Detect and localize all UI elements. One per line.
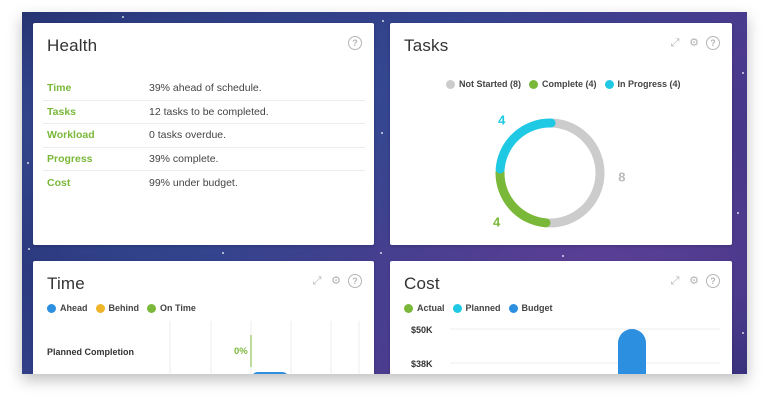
legend-label: Actual bbox=[417, 303, 445, 313]
health-table: Time 39% ahead of schedule. Tasks 12 tas… bbox=[43, 77, 365, 195]
legend-dot bbox=[95, 303, 105, 313]
legend-dot bbox=[147, 303, 157, 313]
cost-chart bbox=[450, 328, 720, 374]
donut-slice-complete[interactable] bbox=[495, 167, 551, 228]
health-value: 99% under budget. bbox=[149, 176, 238, 189]
health-label[interactable]: Cost bbox=[43, 177, 149, 189]
planned-completion-label: Planned Completion bbox=[47, 347, 135, 357]
cost-bar-budget bbox=[618, 329, 646, 374]
health-value: 0 tasks overdue. bbox=[149, 129, 227, 142]
expand-icon[interactable]: ⤢ bbox=[668, 274, 682, 288]
health-row-cost: Cost 99% under budget. bbox=[43, 171, 365, 195]
donut-data-label: 4 bbox=[498, 113, 506, 128]
donut-slice-in-progress[interactable] bbox=[495, 118, 556, 174]
legend-item[interactable]: Complete (4) bbox=[529, 79, 597, 89]
legend-dot bbox=[604, 79, 614, 89]
legend-label: Ahead bbox=[60, 303, 88, 313]
donut-data-label: 8 bbox=[618, 170, 625, 185]
health-value: 12 tasks to be completed. bbox=[149, 105, 269, 118]
legend-label: Planned bbox=[465, 303, 501, 313]
health-row-progress: Progress 39% complete. bbox=[43, 148, 365, 171]
legend-label: On Time bbox=[160, 303, 196, 313]
time-card: Time ⤢ ⚙ ? Ahead Behind On Time Planned … bbox=[33, 261, 374, 374]
donut-slice-not-started[interactable] bbox=[544, 118, 605, 228]
cost-card: Cost ⤢ ⚙ ? Actual Planned Budget $50K $3… bbox=[390, 261, 732, 374]
time-title: Time bbox=[47, 274, 85, 293]
tasks-donut-chart: 8 4 4 bbox=[493, 113, 626, 230]
help-icon[interactable]: ? bbox=[348, 36, 362, 50]
dashboard-background: Health ? Time 39% ahead of schedule. Tas… bbox=[22, 12, 747, 374]
health-row-tasks: Tasks 12 tasks to be completed. bbox=[43, 101, 365, 124]
legend-dot bbox=[446, 79, 455, 89]
help-icon[interactable]: ? bbox=[706, 36, 720, 50]
help-icon[interactable]: ? bbox=[706, 274, 720, 288]
legend-item[interactable]: Not Started (8) bbox=[446, 79, 521, 89]
health-label[interactable]: Time bbox=[43, 82, 149, 94]
legend-dot bbox=[452, 303, 462, 313]
time-chart: Planned Completion 0% bbox=[33, 321, 374, 374]
cost-legend: Actual Planned Budget bbox=[404, 303, 553, 313]
planned-completion-value: 0% bbox=[234, 346, 248, 357]
gear-icon[interactable]: ⚙ bbox=[687, 36, 701, 50]
legend-label: Behind bbox=[108, 303, 140, 313]
legend-dot bbox=[529, 79, 539, 89]
y-tick-label: $50K bbox=[411, 325, 433, 335]
health-title: Health bbox=[47, 36, 98, 55]
tasks-title: Tasks bbox=[404, 36, 449, 55]
legend-dot bbox=[47, 303, 56, 313]
health-label[interactable]: Progress bbox=[43, 153, 149, 165]
health-label[interactable]: Tasks bbox=[43, 106, 149, 118]
health-label[interactable]: Workload bbox=[43, 129, 149, 141]
legend-label: Complete (4) bbox=[542, 79, 597, 89]
expand-icon[interactable]: ⤢ bbox=[310, 274, 324, 288]
legend-label: In Progress (4) bbox=[617, 79, 681, 89]
legend-dot bbox=[404, 303, 413, 313]
help-icon[interactable]: ? bbox=[348, 274, 362, 288]
legend-label: Not Started (8) bbox=[459, 79, 522, 89]
legend-item[interactable]: Ahead bbox=[47, 303, 88, 313]
tasks-legend: Not Started (8) Complete (4) In Progress… bbox=[446, 79, 681, 89]
health-row-time: Time 39% ahead of schedule. bbox=[43, 77, 365, 101]
legend-item[interactable]: On Time bbox=[147, 303, 196, 313]
donut-data-label: 4 bbox=[493, 214, 501, 229]
health-value: 39% complete. bbox=[149, 152, 219, 165]
time-bar-ahead bbox=[253, 372, 287, 374]
expand-icon[interactable]: ⤢ bbox=[668, 36, 682, 50]
legend-item[interactable]: Actual bbox=[404, 303, 445, 313]
tasks-card: Tasks ⤢ ⚙ ? Not Started (8) Complete (4)… bbox=[390, 23, 732, 245]
gear-icon[interactable]: ⚙ bbox=[329, 274, 343, 288]
health-card: Health ? Time 39% ahead of schedule. Tas… bbox=[33, 23, 374, 245]
time-legend: Ahead Behind On Time bbox=[47, 303, 196, 313]
y-tick-label: $38K bbox=[411, 359, 433, 369]
legend-item[interactable]: Budget bbox=[508, 303, 553, 313]
health-value: 39% ahead of schedule. bbox=[149, 82, 262, 95]
legend-label: Budget bbox=[521, 303, 553, 313]
health-row-workload: Workload 0 tasks overdue. bbox=[43, 124, 365, 148]
gear-icon[interactable]: ⚙ bbox=[687, 274, 701, 288]
legend-item[interactable]: Planned bbox=[452, 303, 501, 313]
cost-title: Cost bbox=[404, 274, 440, 293]
legend-item[interactable]: Behind bbox=[95, 303, 140, 313]
legend-item[interactable]: In Progress (4) bbox=[604, 79, 681, 89]
legend-dot bbox=[508, 303, 518, 313]
